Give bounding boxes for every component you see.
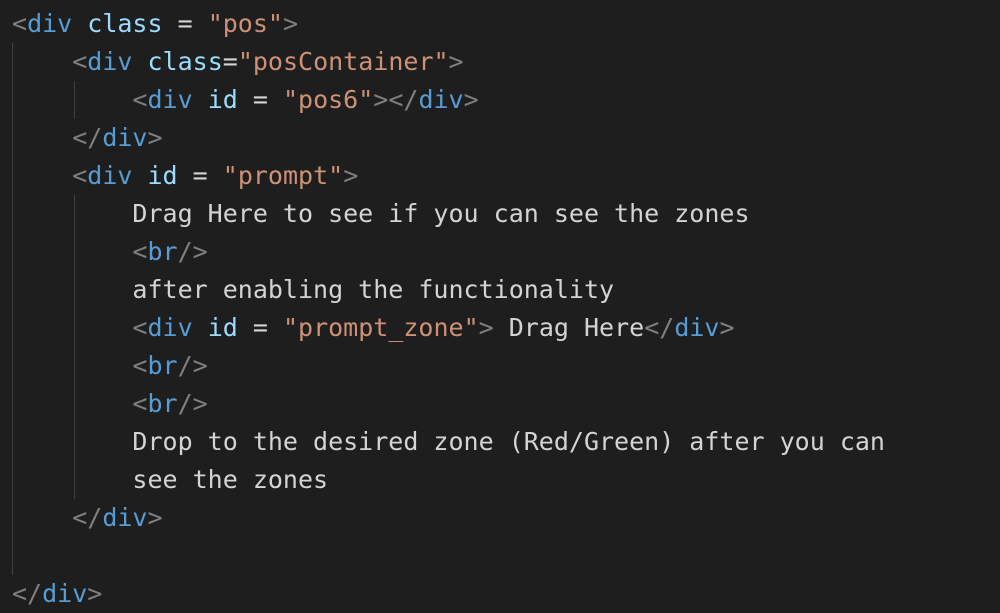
token-punctuation: > bbox=[282, 9, 299, 38]
token-tag-name: br bbox=[147, 237, 178, 266]
token-tag-name: div bbox=[87, 47, 133, 76]
token-punctuation: > bbox=[719, 313, 735, 342]
token-attribute-name: id bbox=[147, 161, 178, 190]
token-punctuation: < bbox=[72, 161, 88, 190]
token-text-content bbox=[132, 161, 147, 190]
token-text-content bbox=[12, 237, 132, 266]
code-line: <div id = "prompt_zone"> Drag Here</div> bbox=[12, 309, 735, 347]
token-attribute-name: class bbox=[87, 9, 163, 38]
token-text-content bbox=[12, 389, 132, 418]
token-attribute-value: "prompt_zone" bbox=[282, 313, 479, 342]
token-text-content: = bbox=[177, 161, 223, 190]
token-attribute-value: "pos6" bbox=[282, 85, 374, 114]
token-punctuation: /> bbox=[177, 389, 208, 418]
token-tag-name: div bbox=[147, 85, 193, 114]
token-punctuation: > bbox=[478, 313, 494, 342]
token-punctuation: < bbox=[12, 9, 28, 38]
token-text-content: = bbox=[162, 9, 208, 38]
code-line: <div id = "pos6"></div> bbox=[12, 81, 479, 119]
code-line: <br/> bbox=[12, 347, 208, 385]
token-punctuation: > bbox=[147, 503, 163, 532]
token-text-content bbox=[12, 351, 132, 380]
code-line: after enabling the functionality bbox=[12, 271, 614, 309]
token-tag-name: div bbox=[418, 85, 464, 114]
code-line: <div id = "prompt"> bbox=[12, 157, 358, 195]
token-text-content bbox=[12, 161, 72, 190]
token-punctuation: < bbox=[132, 313, 148, 342]
token-punctuation: > bbox=[147, 123, 163, 152]
token-tag-name: div bbox=[27, 9, 73, 38]
token-punctuation: < bbox=[132, 237, 148, 266]
token-tag-name: div bbox=[87, 161, 133, 190]
token-tag-name: div bbox=[147, 313, 193, 342]
token-text-content bbox=[12, 123, 72, 152]
token-punctuation: </ bbox=[72, 503, 103, 532]
code-line: <br/> bbox=[12, 385, 208, 423]
code-line: Drag Here to see if you can see the zone… bbox=[12, 195, 750, 233]
token-text-content bbox=[12, 47, 72, 76]
token-punctuation: < bbox=[132, 351, 148, 380]
token-text-content bbox=[12, 503, 72, 532]
token-tag-name: br bbox=[147, 351, 178, 380]
code-line: <div class="posContainer"> bbox=[12, 43, 464, 81]
token-text-content bbox=[132, 47, 147, 76]
token-punctuation: > bbox=[87, 579, 103, 608]
token-punctuation: < bbox=[72, 47, 88, 76]
token-tag-name: div bbox=[102, 123, 148, 152]
token-text-content: Drag Here to see if you can see the zone… bbox=[12, 199, 750, 228]
token-text-content: see the zones bbox=[12, 465, 329, 494]
token-punctuation: /> bbox=[177, 351, 208, 380]
token-text-content: after enabling the functionality bbox=[12, 275, 615, 304]
token-text-content: Drag Here bbox=[493, 313, 645, 342]
token-attribute-name: class bbox=[147, 47, 223, 76]
token-text-content bbox=[193, 313, 208, 342]
token-punctuation: </ bbox=[72, 123, 103, 152]
token-punctuation: </ bbox=[644, 313, 675, 342]
code-line: Drop to the desired zone (Red/Green) aft… bbox=[12, 423, 885, 461]
code-line: </div> bbox=[12, 499, 163, 537]
token-punctuation: > bbox=[343, 161, 359, 190]
token-punctuation: ></ bbox=[373, 85, 419, 114]
token-text-content: = bbox=[237, 313, 283, 342]
token-tag-name: br bbox=[147, 389, 178, 418]
token-punctuation: > bbox=[463, 85, 479, 114]
token-punctuation: </ bbox=[12, 579, 43, 608]
token-attribute-value: "pos" bbox=[207, 9, 283, 38]
token-attribute-value: "prompt" bbox=[222, 161, 344, 190]
token-attribute-value: "posContainer" bbox=[237, 47, 449, 76]
token-punctuation: < bbox=[132, 389, 148, 418]
token-attribute-name: id bbox=[207, 85, 238, 114]
code-line: <br/> bbox=[12, 233, 208, 271]
token-attribute-name: id bbox=[207, 313, 238, 342]
code-line: </div> bbox=[12, 119, 163, 157]
token-text-content bbox=[72, 9, 87, 38]
code-line: see the zones bbox=[12, 461, 328, 499]
token-text-content bbox=[12, 313, 132, 342]
token-text-content: = bbox=[237, 85, 283, 114]
token-tag-name: div bbox=[42, 579, 88, 608]
token-text-content bbox=[193, 85, 208, 114]
token-punctuation: < bbox=[132, 85, 148, 114]
token-text-content bbox=[12, 85, 132, 114]
token-text-content: = bbox=[222, 47, 238, 76]
token-tag-name: div bbox=[674, 313, 720, 342]
token-tag-name: div bbox=[102, 503, 148, 532]
code-line: <div class = "pos"> bbox=[12, 5, 298, 43]
code-editor[interactable]: <div class = "pos"> <div class="posConta… bbox=[0, 0, 1000, 613]
token-punctuation: /> bbox=[177, 237, 208, 266]
token-text-content: Drop to the desired zone (Red/Green) aft… bbox=[12, 427, 885, 456]
code-line: </div> bbox=[12, 575, 102, 613]
token-punctuation: > bbox=[448, 47, 464, 76]
